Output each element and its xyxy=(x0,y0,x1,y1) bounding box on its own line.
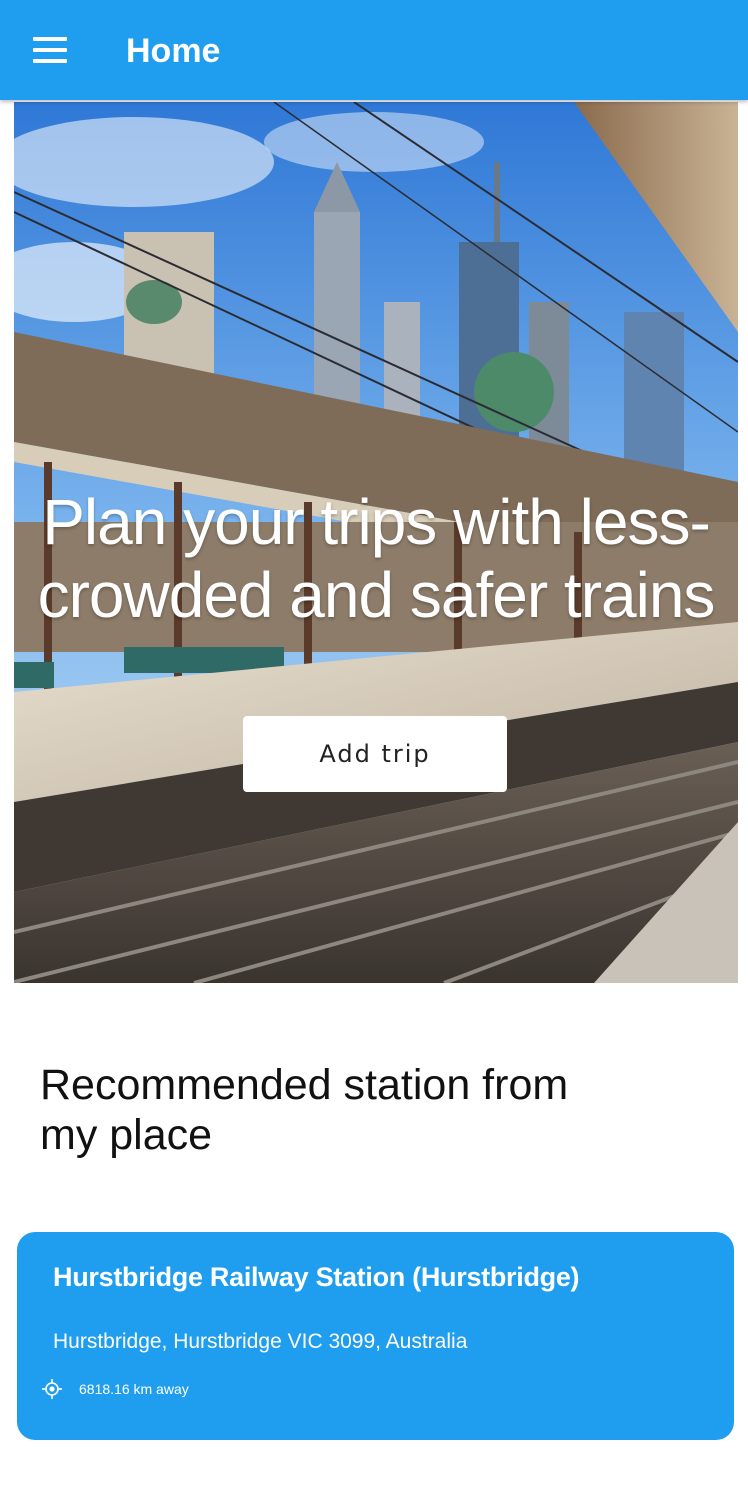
hero-headline: Plan your trips with less-crowded and sa… xyxy=(37,486,716,631)
station-address: Hurstbridge, Hurstbridge VIC 3099, Austr… xyxy=(53,1330,468,1353)
location-target-icon xyxy=(42,1379,62,1399)
section-title: Recommended station from my place xyxy=(40,1061,569,1159)
station-card[interactable]: Hurstbridge Railway Station (Hurstbridge… xyxy=(17,1232,734,1440)
app-bar: Home xyxy=(0,0,748,100)
distance-text: 6818.16 km away xyxy=(79,1381,189,1397)
hero-banner: Plan your trips with less-crowded and sa… xyxy=(14,102,738,983)
add-trip-button[interactable]: Add trip xyxy=(243,716,507,792)
hamburger-menu-icon xyxy=(33,37,67,63)
menu-button[interactable] xyxy=(22,26,78,74)
page-title: Home xyxy=(126,32,221,70)
station-distance: 6818.16 km away xyxy=(41,1378,189,1400)
station-name: Hurstbridge Railway Station (Hurstbridge… xyxy=(53,1262,580,1292)
